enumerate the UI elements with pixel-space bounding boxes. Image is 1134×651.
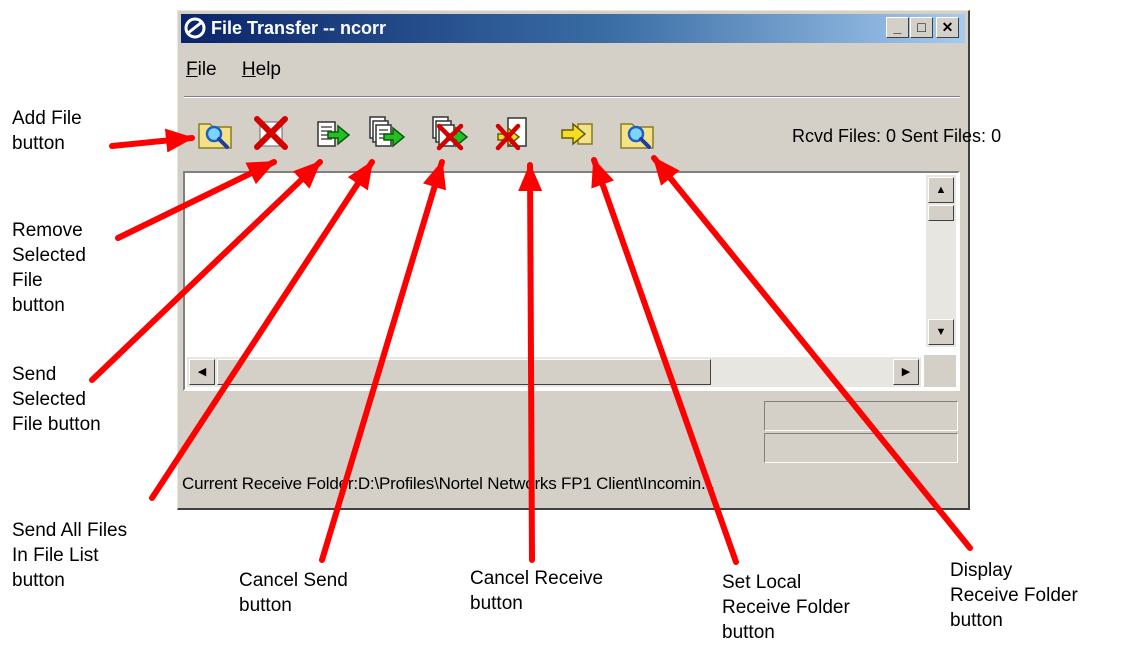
window-title: File Transfer -- ncorr bbox=[211, 18, 387, 38]
callout-add-file: Add File button bbox=[12, 108, 82, 154]
file-list[interactable]: ▲ ▼ ◀ ▶ bbox=[183, 171, 960, 391]
minimize-button[interactable]: _ bbox=[886, 17, 909, 38]
callout-send-all-files: Send All Files In File List button bbox=[12, 520, 128, 591]
maximize-button[interactable]: □ bbox=[910, 17, 933, 38]
title-bar[interactable]: File Transfer -- ncorr _ □ ✕ bbox=[181, 14, 965, 43]
menu-file-mnemonic: F bbox=[186, 59, 198, 80]
documents-green-arrow-icon bbox=[369, 116, 406, 148]
menu-help[interactable]: Help bbox=[242, 59, 281, 81]
menu-bar: File Help bbox=[186, 59, 301, 87]
status-field-2 bbox=[764, 433, 958, 463]
transfer-counts: Rcvd Files: 0 Sent Files: 0 bbox=[792, 126, 1002, 146]
callout-set-local-receive-folder: Set Local Receive Folder button bbox=[722, 572, 850, 643]
callout-remove-selected-file: Remove Selected File button bbox=[12, 220, 86, 316]
documents-arrow-red-x-icon bbox=[432, 116, 469, 151]
horizontal-scroll-thumb[interactable] bbox=[217, 359, 711, 385]
red-x-icon bbox=[254, 116, 288, 150]
callout-cancel-send: Cancel Send button bbox=[239, 570, 348, 616]
current-receive-folder: Current Receive Folder:D:\Profiles\Norte… bbox=[182, 474, 715, 493]
scroll-up-button[interactable]: ▲ bbox=[928, 177, 954, 203]
set-local-receive-folder-button[interactable] bbox=[558, 114, 596, 152]
menu-help-mnemonic: H bbox=[241, 59, 256, 80]
close-button[interactable]: ✕ bbox=[936, 17, 959, 38]
menu-help-label: elp bbox=[255, 59, 281, 80]
document-green-arrow-icon bbox=[317, 121, 351, 147]
add-file-button[interactable] bbox=[196, 114, 234, 152]
scroll-left-button[interactable]: ◀ bbox=[189, 359, 215, 385]
folder-magnifier-icon bbox=[620, 123, 654, 149]
yellow-arrow-folder-icon bbox=[561, 122, 593, 146]
scroll-right-button[interactable]: ▶ bbox=[893, 359, 919, 385]
menu-separator bbox=[184, 96, 960, 98]
callout-display-receive-folder: Display Receive Folder button bbox=[950, 560, 1078, 631]
send-selected-file-button[interactable] bbox=[314, 114, 352, 152]
status-field-1 bbox=[764, 401, 958, 431]
vertical-scroll-thumb[interactable] bbox=[928, 205, 954, 221]
document-red-x-icon bbox=[495, 117, 527, 151]
menu-file-label: ile bbox=[197, 59, 217, 80]
display-receive-folder-button[interactable] bbox=[618, 114, 656, 152]
horizontal-scrollbar[interactable]: ◀ ▶ bbox=[187, 357, 921, 387]
folder-magnifier-icon bbox=[198, 123, 232, 149]
callout-send-selected-file: Send Selected File button bbox=[12, 364, 101, 435]
scroll-down-button[interactable]: ▼ bbox=[928, 319, 954, 345]
vertical-scrollbar[interactable]: ▲ ▼ bbox=[926, 175, 956, 347]
cancel-send-button[interactable] bbox=[431, 114, 469, 152]
callout-cancel-receive: Cancel Receive button bbox=[470, 568, 604, 614]
send-all-files-button[interactable] bbox=[368, 114, 406, 152]
remove-selected-file-button[interactable] bbox=[252, 114, 290, 152]
cancel-receive-button[interactable] bbox=[494, 114, 532, 152]
menu-file[interactable]: File bbox=[186, 59, 217, 81]
app-icon bbox=[184, 17, 206, 39]
file-transfer-window: File Transfer -- ncorr _ □ ✕ File Help R… bbox=[177, 10, 1001, 510]
scrollbar-corner bbox=[924, 355, 956, 387]
